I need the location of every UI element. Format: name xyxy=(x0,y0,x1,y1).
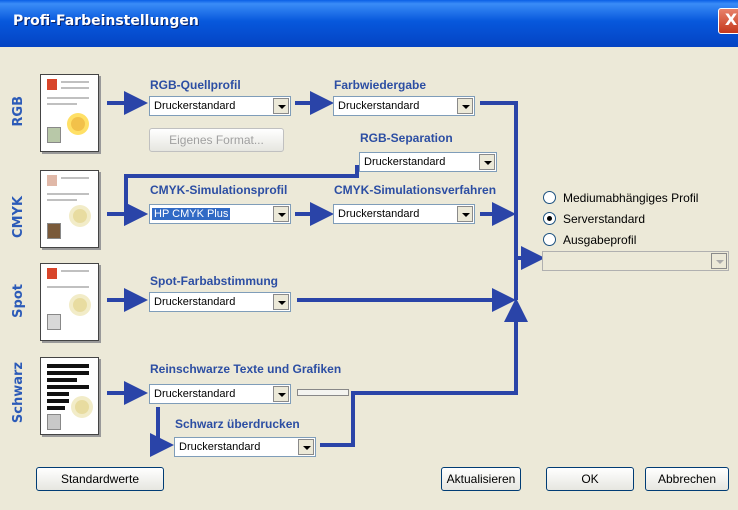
chevron-down-icon[interactable] xyxy=(273,206,289,222)
chevron-down-icon[interactable] xyxy=(273,294,289,310)
defaults-button[interactable]: Standardwerte xyxy=(36,467,164,491)
rendering-value: Druckerstandard xyxy=(338,100,420,112)
pure-black-slider[interactable] xyxy=(297,389,349,396)
output-profile-label: Ausgabeprofil xyxy=(563,233,637,247)
spot-match-heading: Spot-Farbabstimmung xyxy=(150,274,278,288)
arrow-pure-to-overprint xyxy=(150,407,174,457)
cmyk-sim-method-value: Druckerstandard xyxy=(338,208,420,220)
cmyk-sim-profile-value: HP CMYK Plus xyxy=(152,208,231,220)
chevron-down-icon[interactable] xyxy=(457,206,473,222)
radio-circle-output-profile[interactable] xyxy=(543,233,556,246)
radio-output-profile[interactable]: Ausgabeprofil xyxy=(543,233,636,247)
black-overprint-select[interactable]: Druckerstandard xyxy=(174,437,316,457)
pure-black-heading: Reinschwarze Texte und Grafiken xyxy=(150,362,342,376)
chevron-down-icon[interactable] xyxy=(479,154,495,170)
rgb-source-heading: RGB-Quellprofil xyxy=(150,78,241,92)
chevron-down-icon[interactable] xyxy=(298,439,314,455)
row-label-spot: Spot xyxy=(11,284,26,318)
rgb-separation-select[interactable]: Druckerstandard xyxy=(359,152,497,172)
chevron-down-icon[interactable] xyxy=(711,253,727,269)
spot-document-icon xyxy=(40,263,99,341)
custom-format-button[interactable]: Eigenes Format... xyxy=(149,128,284,152)
row-label-rgb: RGB xyxy=(11,96,26,127)
output-profile-select[interactable] xyxy=(542,251,729,271)
cmyk-sim-profile-select[interactable]: HP CMYK Plus xyxy=(149,204,291,224)
cmyk-sim-method-select[interactable]: Druckerstandard xyxy=(333,204,475,224)
black-overprint-heading: Schwarz überdrucken xyxy=(175,417,300,431)
row-label-schwarz: Schwarz xyxy=(11,362,26,424)
server-default-label: Serverstandard xyxy=(563,212,646,226)
cancel-button[interactable]: Abbrechen xyxy=(645,467,729,491)
radio-media-independent[interactable]: Mediumabhängiges Profil xyxy=(543,191,698,205)
chevron-down-icon[interactable] xyxy=(457,98,473,114)
spot-match-select[interactable]: Druckerstandard xyxy=(149,292,291,312)
cmyk-sim-profile-heading: CMYK-Simulationsprofil xyxy=(150,183,288,197)
chevron-down-icon[interactable] xyxy=(273,98,289,114)
cmyk-sim-method-heading: CMYK-Simulationsverfahren xyxy=(334,183,497,197)
rgb-separation-heading: RGB-Separation xyxy=(360,131,453,145)
rgb-source-select[interactable]: Druckerstandard xyxy=(149,96,291,116)
radio-circle-server-default[interactable] xyxy=(543,212,556,225)
pure-black-value: Druckerstandard xyxy=(154,388,236,400)
arrow-overprint-to-output xyxy=(320,298,528,447)
cmyk-document-icon xyxy=(40,170,99,248)
rgb-document-icon xyxy=(40,74,99,152)
ok-button[interactable]: OK xyxy=(546,467,634,491)
dialog-window: Profi-Farbeinstellungen X RGB CMYK Spot … xyxy=(0,0,738,510)
rgb-source-value: Druckerstandard xyxy=(154,100,236,112)
radio-server-default[interactable]: Serverstandard xyxy=(543,212,645,226)
row-label-cmyk: CMYK xyxy=(11,196,26,238)
pure-black-select[interactable]: Druckerstandard xyxy=(149,384,291,404)
refresh-button[interactable]: Aktualisieren xyxy=(441,467,521,491)
media-independent-label: Mediumabhängiges Profil xyxy=(563,191,699,205)
rgb-separation-value: Druckerstandard xyxy=(364,156,446,168)
black-document-icon xyxy=(40,357,99,435)
spot-match-value: Druckerstandard xyxy=(154,296,236,308)
radio-circle-media-independent[interactable] xyxy=(543,191,556,204)
rendering-heading: Farbwiedergabe xyxy=(334,78,427,92)
rendering-select[interactable]: Druckerstandard xyxy=(333,96,475,116)
chevron-down-icon[interactable] xyxy=(273,386,289,402)
black-overprint-value: Druckerstandard xyxy=(179,441,261,453)
